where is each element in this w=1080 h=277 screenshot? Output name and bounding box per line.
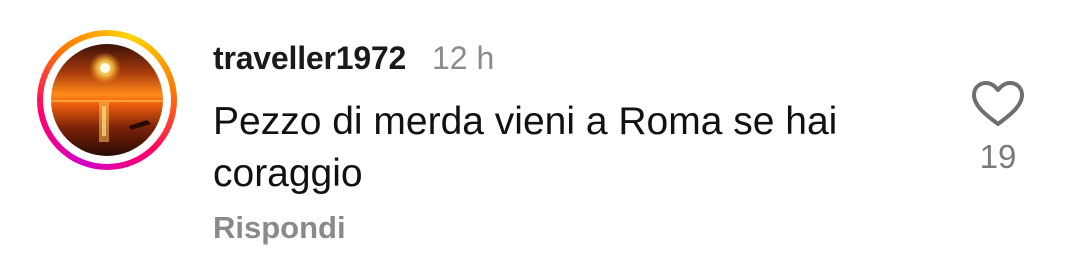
story-ring[interactable] xyxy=(37,30,177,170)
like-button[interactable] xyxy=(968,78,1028,128)
reply-button[interactable]: Rispondi xyxy=(213,210,346,246)
comment-timestamp: 12 h xyxy=(432,40,495,76)
comment-text: Pezzo di merda vieni a Roma se hai corag… xyxy=(213,100,838,195)
comment-item: traveller1972 12 h Pezzo di merda vieni … xyxy=(0,0,1080,277)
heart-outline-icon xyxy=(972,81,1024,126)
comment-username[interactable]: traveller1972 xyxy=(213,40,406,77)
avatar[interactable] xyxy=(51,44,163,156)
like-count: 19 xyxy=(979,138,1017,175)
